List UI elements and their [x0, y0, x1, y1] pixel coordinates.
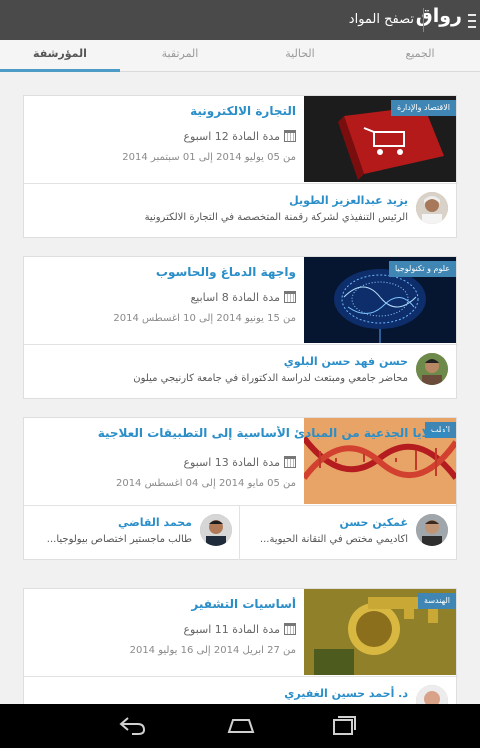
course-title[interactable]: واجهة الدماغ والحاسوب — [26, 265, 296, 283]
course-duration: مدة المادة 13 اسبوع — [183, 455, 280, 469]
instructor-avatar — [200, 514, 232, 546]
calendar-icon — [284, 456, 296, 468]
system-nav-bar — [0, 704, 480, 748]
course-dates: من 15 يونيو 2014 إلى 10 اغسطس 2014 — [113, 313, 296, 324]
tab-bar: الجميع الحالية المرتقبة المؤرشفة — [0, 40, 480, 72]
instructor-name[interactable]: حسن فهد حسن البلوي — [284, 355, 408, 368]
home-icon[interactable] — [226, 714, 255, 736]
hamburger-icon[interactable] — [466, 10, 476, 30]
category-badge: علوم و تكنولوجيا — [388, 261, 456, 277]
tab-label: المرتقبة — [161, 47, 199, 60]
appbar-divider — [423, 8, 424, 32]
instructor-bio: محاضر جامعي ومبتعث لدراسة الدكتوراة في ج… — [133, 373, 408, 384]
instructor[interactable]: محمد القاضي طالب ماجستير اختصاص بيولوجيا… — [28, 514, 232, 554]
instructor-name[interactable]: د. أحمد حسين الغفيري — [284, 687, 408, 700]
instructor-name[interactable]: غمكين حسن — [339, 516, 408, 529]
course-card[interactable]: الهندسة أساسيات التشفير مدة المادة 11 اس… — [23, 588, 458, 704]
tab-archived[interactable]: المؤرشفة — [0, 40, 120, 72]
calendar-icon — [284, 291, 296, 303]
calendar-icon — [284, 623, 296, 635]
tab-label: الحالية — [285, 47, 315, 60]
course-list[interactable]: الاقتصاد والإدارة التجارة الالكترونية مد… — [0, 72, 480, 704]
card-divider — [24, 344, 458, 345]
course-thumbnail: الاقتصاد والإدارة — [304, 96, 456, 182]
instructor-avatar — [416, 514, 448, 546]
recents-icon[interactable] — [330, 714, 356, 736]
instructor-name[interactable]: يزيد عبدالعزيز الطويل — [289, 194, 408, 207]
course-card[interactable]: الطب الخلايا الجذعية من المبادئ الأساسية… — [23, 417, 458, 560]
card-divider — [24, 183, 458, 184]
course-thumbnail: الهندسة — [304, 589, 456, 675]
category-badge: الاقتصاد والإدارة — [391, 100, 456, 116]
category-badge: الهندسة — [418, 593, 456, 609]
instructor[interactable]: يزيد عبدالعزيز الطويل الرئيس التنفيذي لش… — [28, 192, 448, 232]
card-divider — [24, 505, 458, 506]
instructor-avatar — [416, 353, 448, 385]
instructor[interactable]: حسن فهد حسن البلوي محاضر جامعي ومبتعث لد… — [28, 353, 448, 393]
tab-label: الجميع — [405, 47, 435, 60]
course-duration: مدة المادة 12 اسبوع — [183, 129, 280, 143]
card-divider — [24, 676, 458, 677]
instructor[interactable]: د. أحمد حسين الغفيري — [28, 685, 448, 704]
course-title[interactable]: أساسيات التشفير — [26, 597, 296, 615]
tab-upcoming[interactable]: المرتقبة — [120, 40, 240, 72]
instructor-separator — [239, 506, 240, 560]
course-duration: مدة المادة 8 اسابيع — [190, 290, 280, 304]
instructor-name[interactable]: محمد القاضي — [118, 516, 192, 529]
course-title[interactable]: الخلايا الجذعية من المبادئ الأساسية إلى … — [30, 426, 448, 444]
course-card[interactable]: الاقتصاد والإدارة التجارة الالكترونية مد… — [23, 95, 458, 238]
course-card[interactable]: علوم و تكنولوجيا واجهة الدماغ والحاسوب م… — [23, 256, 458, 399]
instructor[interactable]: غمكين حسن أكاديمي مختص في التقانة الحيوي… — [248, 514, 448, 554]
course-dates: من 05 مايو 2014 إلى 04 اغسطس 2014 — [115, 478, 296, 489]
app-root: رواق تصفح المواد الجميع الحالية المرتقبة… — [0, 0, 480, 748]
instructor-bio: أكاديمي مختص في التقانة الحيوية... — [259, 534, 408, 545]
course-title[interactable]: التجارة الالكترونية — [26, 104, 296, 122]
instructor-bio: طالب ماجستير اختصاص بيولوجيا... — [46, 534, 192, 545]
back-icon[interactable] — [118, 714, 146, 736]
calendar-icon — [284, 130, 296, 142]
tab-all[interactable]: الجميع — [360, 40, 480, 72]
course-dates: من 27 ابريل 2014 إلى 16 يوليو 2014 — [129, 645, 296, 656]
course-thumbnail: علوم و تكنولوجيا — [304, 257, 456, 343]
tab-current[interactable]: الحالية — [240, 40, 360, 72]
instructor-avatar — [416, 192, 448, 224]
course-dates: من 05 يوليو 2014 إلى 01 سبتمبر 2014 — [122, 152, 296, 163]
app-bar: رواق تصفح المواد — [0, 0, 480, 40]
course-duration: مدة المادة 11 اسبوع — [183, 622, 280, 636]
tab-label: المؤرشفة — [33, 47, 87, 60]
instructor-bio: الرئيس التنفيذي لشركة رقمنة المتخصصة في … — [144, 212, 408, 223]
instructor-avatar — [416, 685, 448, 704]
page-title: تصفح المواد — [348, 12, 414, 27]
